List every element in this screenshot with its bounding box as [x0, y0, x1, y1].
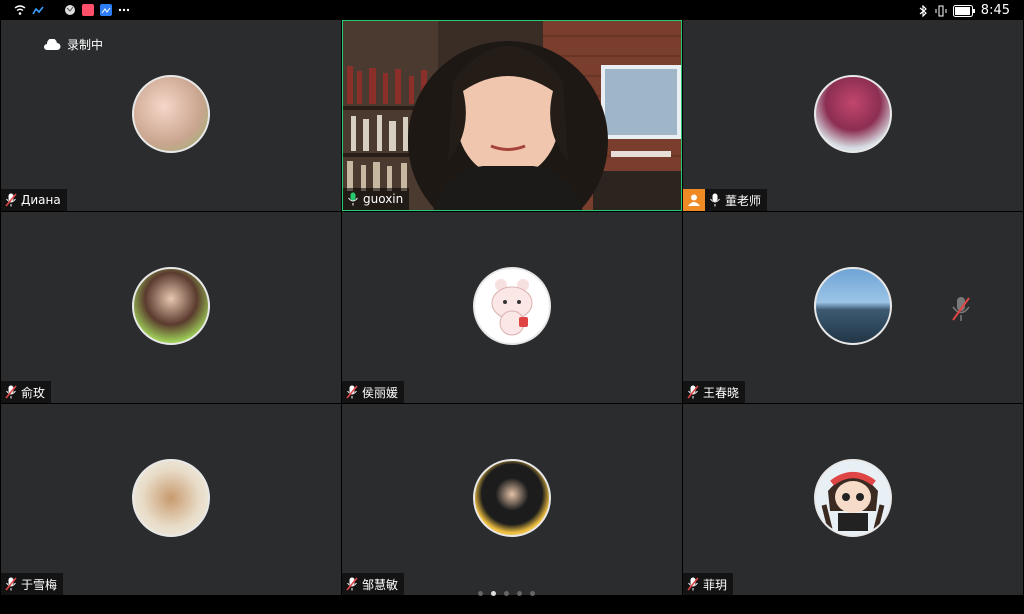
page-dot[interactable] — [504, 591, 509, 596]
participant-namebar: guoxin — [343, 188, 410, 210]
participant-name: 于雪梅 — [21, 577, 58, 592]
participant-namebar: 菲玥 — [683, 573, 734, 595]
video-feed — [343, 21, 681, 210]
participant-tile[interactable]: 王春晓 — [683, 212, 1023, 403]
participant-tile[interactable]: 董老师 — [683, 20, 1023, 211]
participant-tile[interactable]: 俞玫 — [1, 212, 341, 403]
participant-name: 董老师 — [725, 193, 762, 208]
bluetooth-icon — [919, 4, 927, 17]
participant-name: Диана — [21, 193, 61, 207]
avatar — [132, 74, 210, 153]
mic-muted-large-icon — [952, 297, 970, 321]
page-dot[interactable] — [478, 591, 483, 596]
cartoon-bear-icon — [491, 278, 533, 335]
participant-tile[interactable]: 侯丽媛 — [342, 212, 682, 403]
cartoon-girl-icon — [821, 471, 885, 531]
mic-muted-icon — [5, 385, 17, 399]
page-dot[interactable] — [517, 591, 522, 596]
participant-namebar: 邹慧敏 — [342, 573, 405, 595]
mic-muted-icon — [346, 577, 358, 591]
participant-tile[interactable]: 菲玥 — [683, 404, 1023, 595]
mic-muted-icon — [687, 577, 699, 591]
participant-grid: 录制中 Диана guoxin 董老师 俞玫 侯丽媛 王春晓 于雪梅 邹慧敏 … — [0, 19, 1024, 595]
avatar — [814, 458, 892, 537]
participant-tile[interactable]: 邹慧敏 — [342, 404, 682, 595]
participant-name: 王春晓 — [703, 385, 740, 400]
status-right: 8:45 — [917, 3, 1010, 18]
participant-name: 俞玫 — [21, 385, 46, 400]
participant-name: 菲玥 — [703, 577, 728, 592]
participant-namebar: 侯丽媛 — [342, 381, 405, 403]
wifi-icon — [14, 5, 26, 15]
avatar — [132, 458, 210, 537]
avatar — [814, 266, 892, 345]
clock: 8:45 — [980, 3, 1010, 18]
mic-muted-icon — [5, 577, 17, 591]
avatar — [473, 458, 551, 537]
participant-namebar: 俞玫 — [1, 381, 52, 403]
participant-namebar: 董老师 — [683, 189, 768, 211]
gallery-icon — [100, 4, 112, 16]
page-dot[interactable] — [530, 591, 535, 596]
participant-name: 侯丽媛 — [362, 385, 399, 400]
signal-icon — [32, 6, 44, 15]
mic-on-icon — [710, 193, 720, 207]
participant-name: guoxin — [363, 192, 404, 206]
page-indicator[interactable] — [478, 591, 535, 596]
globe-icon — [65, 5, 75, 15]
app-icon — [82, 4, 94, 16]
page-dot-current[interactable] — [491, 591, 496, 596]
participant-name: 邹慧敏 — [362, 577, 399, 592]
participant-namebar: 王春晓 — [683, 381, 746, 403]
vibrate-icon — [935, 5, 947, 16]
participant-namebar: Диана — [1, 189, 67, 211]
participant-tile-active-video[interactable]: guoxin — [342, 20, 682, 211]
avatar — [814, 74, 892, 153]
avatar — [473, 266, 551, 345]
avatar — [132, 266, 210, 345]
participant-tile[interactable]: 于雪梅 — [1, 404, 341, 595]
cloud-icon — [44, 38, 61, 50]
mic-muted-icon — [687, 385, 699, 399]
participant-namebar: 于雪梅 — [1, 573, 64, 595]
host-badge — [683, 189, 705, 211]
mic-muted-icon — [346, 385, 358, 399]
status-left-icons — [14, 4, 130, 16]
battery-icon — [952, 4, 975, 17]
more-dots-icon — [118, 8, 130, 12]
mic-muted-icon — [5, 193, 17, 207]
participant-tile[interactable]: 录制中 Диана — [1, 20, 341, 211]
recording-label: 录制中 — [67, 38, 104, 52]
host-person-icon — [688, 194, 700, 206]
recording-indicator: 录制中 — [43, 36, 103, 53]
mic-active-icon — [348, 192, 358, 206]
